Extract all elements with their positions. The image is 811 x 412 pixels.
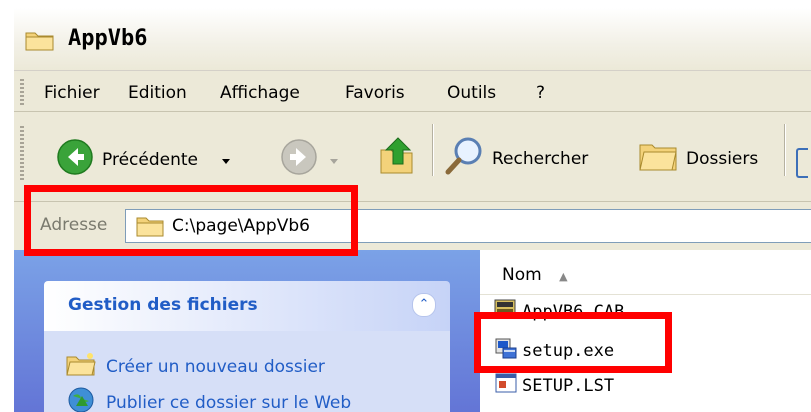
- forward-arrow-icon: [280, 138, 318, 181]
- task-pane: Gestion des fichiers ⌃ Créer un nouveau …: [14, 250, 480, 412]
- address-highlight-box: [24, 185, 358, 256]
- back-arrow-icon: [56, 138, 94, 181]
- up-folder-button[interactable]: [378, 136, 416, 181]
- forward-dropdown-icon[interactable]: [330, 159, 338, 164]
- task-new-folder[interactable]: Créer un nouveau dossier: [66, 351, 325, 382]
- back-button[interactable]: Précédente: [56, 138, 198, 181]
- setup-highlight-box: [474, 312, 672, 373]
- back-label: Précédente: [102, 149, 198, 170]
- sort-ascending-icon: ▲: [559, 270, 568, 283]
- menu-help[interactable]: ?: [536, 83, 545, 103]
- menu-fichier[interactable]: Fichier: [44, 83, 100, 103]
- column-label: Nom: [502, 265, 542, 285]
- menu-edition[interactable]: Edition: [128, 83, 187, 103]
- panel-title: Gestion des fichiers: [68, 295, 258, 315]
- search-button[interactable]: Rechercher: [444, 136, 588, 181]
- toolbar-grip: [20, 126, 24, 182]
- menu-favoris[interactable]: Favoris: [345, 83, 405, 103]
- column-divider: [480, 294, 811, 295]
- task-label: Publier ce dossier sur le Web: [106, 392, 352, 412]
- menu-grip: [20, 79, 24, 105]
- search-label: Rechercher: [492, 148, 589, 169]
- folders-button[interactable]: Dossiers: [638, 140, 758, 177]
- file-tasks-body: Créer un nouveau dossier Publier ce doss…: [44, 331, 450, 412]
- lst-file-icon: [494, 372, 518, 399]
- file-name: SETUP.LST: [522, 375, 615, 396]
- back-dropdown-icon[interactable]: [222, 159, 230, 164]
- window-title: AppVb6: [68, 26, 148, 51]
- collapse-chevron-icon[interactable]: ⌃: [412, 293, 436, 317]
- menu-bar: Fichier Edition Affichage Favoris Outils…: [14, 71, 811, 112]
- up-folder-icon: [378, 136, 416, 181]
- views-button[interactable]: [796, 148, 808, 178]
- title-bar: AppVb6: [14, 8, 811, 71]
- folders-label: Dossiers: [686, 148, 759, 169]
- file-tasks-header[interactable]: Gestion des fichiers ⌃: [44, 281, 450, 331]
- menu-outils[interactable]: Outils: [447, 83, 496, 103]
- column-header-name[interactable]: Nom ▲: [502, 265, 568, 285]
- content-area: Gestion des fichiers ⌃ Créer un nouveau …: [14, 250, 811, 412]
- toolbar-separator: [432, 124, 433, 176]
- menu-affichage[interactable]: Affichage: [220, 83, 300, 103]
- forward-button[interactable]: [280, 138, 318, 181]
- toolbar-separator: [784, 124, 785, 176]
- task-label: Créer un nouveau dossier: [106, 356, 325, 377]
- file-item[interactable]: SETUP.LST: [494, 372, 614, 399]
- folders-icon: [638, 140, 678, 177]
- new-folder-icon: [66, 351, 96, 382]
- web-publish-icon: [66, 386, 96, 412]
- folder-icon: [25, 29, 55, 56]
- search-icon: [444, 136, 484, 181]
- task-publish-web[interactable]: Publier ce dossier sur le Web: [66, 386, 351, 412]
